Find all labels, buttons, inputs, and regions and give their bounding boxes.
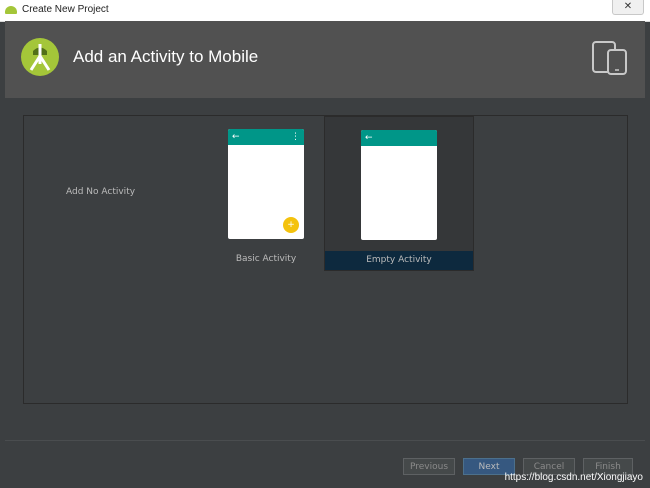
template-label: Basic Activity — [235, 254, 297, 264]
android-studio-icon — [5, 6, 17, 14]
template-empty-activity[interactable]: ← Empty Activity — [324, 116, 474, 271]
activity-gallery: Add No Activity ← ⋮ + Basic Activity ← E… — [23, 115, 628, 404]
previous-button[interactable]: Previous — [403, 458, 455, 475]
wizard-content: Add No Activity ← ⋮ + Basic Activity ← E… — [5, 98, 645, 440]
phone-preview: ← ⋮ + — [228, 129, 304, 239]
page-title: Add an Activity to Mobile — [73, 47, 259, 66]
overflow-menu-icon: ⋮ — [291, 132, 300, 142]
fab-icon: + — [283, 217, 299, 233]
back-arrow-icon: ← — [365, 133, 373, 143]
android-studio-logo — [21, 38, 59, 76]
app-bar: ← — [361, 130, 437, 146]
mobile-device-icon — [592, 41, 627, 75]
app-bar: ← ⋮ — [228, 129, 304, 145]
add-no-activity-option[interactable]: Add No Activity — [66, 187, 135, 197]
wizard-header: Add an Activity to Mobile — [5, 21, 645, 98]
window-close-button[interactable]: ✕ — [612, 0, 644, 15]
watermark-text: https://blog.csdn.net/Xiongjiayo — [504, 472, 643, 483]
template-basic-activity[interactable]: ← ⋮ + Basic Activity — [192, 116, 340, 269]
back-arrow-icon: ← — [232, 132, 240, 142]
template-label: Empty Activity — [325, 251, 473, 270]
window-titlebar: Create New Project ✕ — [0, 0, 650, 22]
window-title: Create New Project — [22, 4, 109, 15]
phone-preview: ← — [361, 130, 437, 240]
